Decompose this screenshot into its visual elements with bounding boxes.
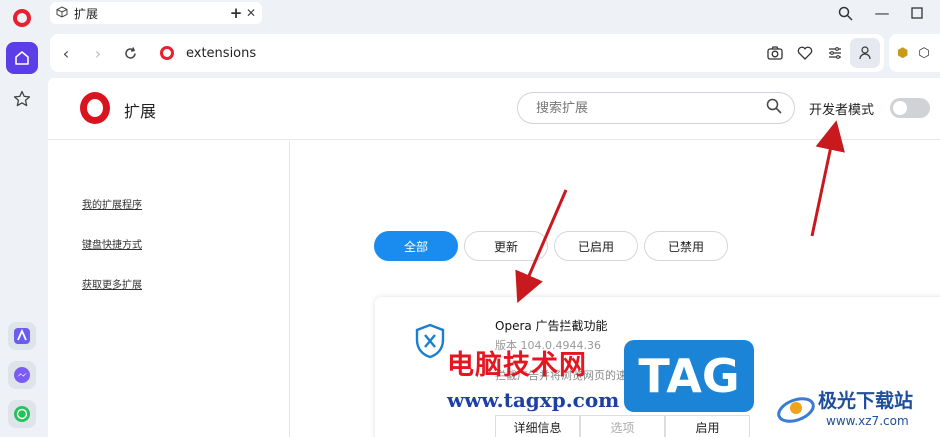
sidebar	[0, 0, 46, 437]
maximize-button[interactable]	[906, 3, 928, 23]
aria-icon[interactable]	[8, 322, 36, 350]
site-url: www.xz7.com	[826, 414, 909, 428]
left-nav: 我的扩展程序 键盘快捷方式 获取更多扩展	[48, 141, 290, 437]
search-tabs-icon[interactable]	[834, 3, 856, 23]
whatsapp-icon[interactable]	[8, 400, 36, 428]
extension-puzzle-icon[interactable]: ⬢	[897, 46, 908, 61]
easy-setup-icon[interactable]	[820, 38, 850, 68]
details-button[interactable]: 详细信息	[495, 415, 580, 437]
shield-icon	[415, 323, 445, 359]
url-field[interactable]: extensions	[186, 46, 760, 61]
messenger-icon[interactable]	[8, 361, 36, 389]
filter-chips: 全部 更新 已启用 已禁用	[374, 231, 728, 261]
back-button[interactable]: ‹	[50, 37, 82, 69]
opera-url-icon	[160, 46, 174, 60]
browser-window: 扩展 ✕ + — ‹ › extensions ⬢ ⬡ 扩展 搜索扩展 开发者模…	[0, 0, 940, 437]
watermark-brand: 电脑技术网	[447, 350, 587, 381]
options-button[interactable]: 选项	[580, 415, 665, 437]
search-input[interactable]	[536, 100, 766, 116]
extension-name: Opera 广告拦截功能	[495, 319, 608, 333]
extensions-toolbar: ⬢ ⬡	[889, 34, 940, 72]
nav-keyboard-shortcuts[interactable]: 键盘快捷方式	[82, 236, 142, 251]
site-name: 极光下载站	[818, 390, 914, 412]
close-icon[interactable]: ✕	[246, 6, 256, 20]
nav-my-extensions[interactable]: 我的扩展程序	[82, 196, 142, 211]
enable-button[interactable]: 启用	[665, 415, 750, 437]
watermark-url: www.tagxp.com	[447, 388, 620, 412]
camera-icon[interactable]	[760, 38, 790, 68]
search-icon[interactable]	[766, 98, 782, 118]
heart-icon[interactable]	[790, 38, 820, 68]
minimize-button[interactable]: —	[871, 3, 893, 23]
extensions-cube-icon[interactable]: ⬡	[918, 46, 929, 61]
forward-button[interactable]: ›	[82, 37, 114, 69]
developer-mode-label: 开发者模式	[809, 103, 875, 118]
profile-icon[interactable]	[850, 38, 880, 68]
tab-strip: 扩展 ✕ + —	[46, 0, 940, 28]
filter-all[interactable]: 全部	[374, 231, 458, 261]
new-tab-button[interactable]: +	[227, 4, 245, 22]
tab-label: 扩展	[74, 6, 99, 21]
reload-button[interactable]	[114, 37, 146, 69]
home-icon[interactable]	[6, 42, 38, 74]
filter-disabled[interactable]: 已禁用	[644, 231, 728, 261]
opera-logo-icon	[80, 92, 110, 124]
filter-enabled[interactable]: 已启用	[554, 231, 638, 261]
developer-mode-toggle[interactable]	[890, 98, 930, 118]
page-header: 扩展 开发者模式	[48, 78, 940, 140]
extension-actions: 详细信息 选项 启用	[495, 415, 750, 437]
opera-logo-icon[interactable]	[13, 9, 31, 27]
address-bar: ‹ › extensions	[50, 34, 884, 72]
cube-icon	[56, 5, 68, 21]
watermark-site: 极光下载站 www.xz7.com	[770, 384, 940, 437]
watermark-tag-logo: TAG	[624, 340, 754, 412]
toggle-knob	[893, 101, 907, 115]
search-box	[517, 92, 795, 124]
site-logo-icon	[777, 397, 815, 423]
star-icon[interactable]	[11, 88, 33, 110]
nav-get-more-extensions[interactable]: 获取更多扩展	[82, 276, 142, 291]
filter-updates[interactable]: 更新	[464, 231, 548, 261]
page-title: 扩展	[124, 102, 157, 121]
